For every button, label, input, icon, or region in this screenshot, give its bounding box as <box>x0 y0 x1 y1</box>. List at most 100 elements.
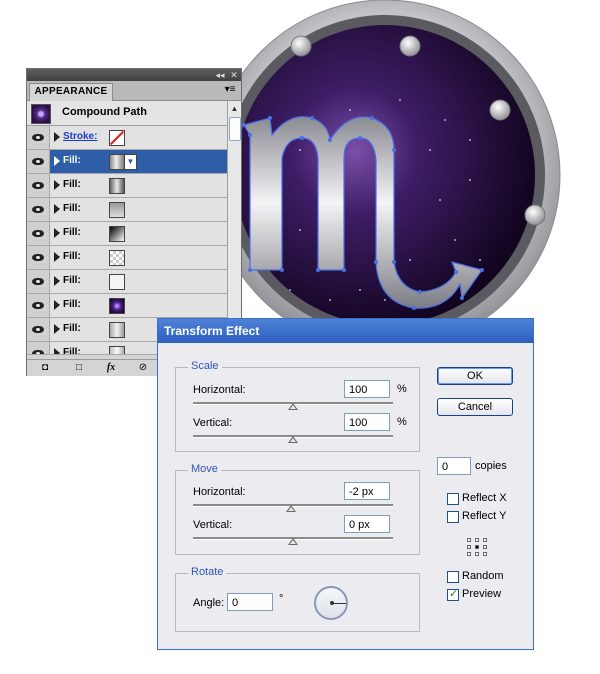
preview-checkbox[interactable] <box>447 587 459 601</box>
reflect-y-checkbox[interactable] <box>447 511 459 523</box>
copies-input[interactable]: 0 <box>437 457 471 475</box>
appearance-target-header: Compound Path <box>27 101 227 126</box>
expand-triangle-icon[interactable] <box>54 228 60 238</box>
eye-icon <box>32 158 44 165</box>
expand-triangle-icon[interactable] <box>54 252 60 262</box>
bolt-icon <box>489 99 511 121</box>
row-label: Fill: <box>63 203 81 214</box>
stroke-none-swatch[interactable] <box>109 130 125 146</box>
row-label: Fill: <box>63 323 81 334</box>
collapse-icon[interactable]: ◂◂ <box>213 69 227 81</box>
appearance-row-fill[interactable]: Fill: <box>27 174 227 198</box>
scale-horizontal-slider-thumb[interactable] <box>288 403 298 410</box>
reference-point-locator[interactable] <box>467 538 487 556</box>
eye-icon <box>32 326 44 333</box>
visibility-toggle[interactable] <box>27 342 50 354</box>
row-label: Fill: <box>63 179 81 190</box>
scale-vertical-slider-thumb[interactable] <box>288 436 298 443</box>
reflect-y-label[interactable]: Reflect Y <box>462 510 506 522</box>
panel-titlebar[interactable]: ◂◂ ✕ <box>27 69 241 81</box>
random-label[interactable]: Random <box>462 570 504 582</box>
angle-label: Angle: <box>193 597 225 609</box>
move-vertical-label: Vertical: <box>193 519 233 531</box>
visibility-toggle[interactable] <box>27 174 50 197</box>
scale-horizontal-unit: % <box>397 383 407 395</box>
preview-label[interactable]: Preview <box>462 588 501 600</box>
reflect-x-label[interactable]: Reflect X <box>462 492 507 504</box>
appearance-row-fill[interactable]: Fill: <box>27 222 227 246</box>
visibility-toggle[interactable] <box>27 318 50 341</box>
expand-triangle-icon[interactable] <box>54 348 60 354</box>
fill-swatch[interactable] <box>109 250 125 266</box>
random-checkbox[interactable] <box>447 571 459 583</box>
delete-icon[interactable]: ⊘ <box>137 362 149 374</box>
bolt-icon <box>399 35 421 57</box>
appearance-row-fill[interactable]: Fill: <box>27 294 227 318</box>
row-label: Fill: <box>63 155 81 166</box>
appearance-row-fill[interactable]: Fill: <box>27 246 227 270</box>
angle-dial-indicator <box>332 603 346 604</box>
copies-label: copies <box>475 460 507 472</box>
chevron-down-icon[interactable]: ▼ <box>124 154 137 170</box>
tab-appearance[interactable]: APPEARANCE <box>29 83 113 101</box>
fill-swatch[interactable] <box>109 346 125 354</box>
expand-triangle-icon[interactable] <box>54 132 60 142</box>
expand-triangle-icon[interactable] <box>54 276 60 286</box>
row-label[interactable]: Stroke: <box>63 131 97 142</box>
reflect-x-checkbox[interactable] <box>447 493 459 505</box>
scroll-up-icon[interactable]: ▲ <box>229 103 240 114</box>
move-horizontal-slider-thumb[interactable] <box>286 505 296 512</box>
scroll-thumb[interactable] <box>229 117 241 141</box>
eye-icon <box>32 182 44 189</box>
visibility-toggle[interactable] <box>27 126 50 149</box>
move-vertical-slider-thumb[interactable] <box>288 538 298 545</box>
cancel-button[interactable]: Cancel <box>437 398 513 416</box>
visibility-toggle[interactable] <box>27 198 50 221</box>
scale-vertical-input[interactable]: 100 <box>344 413 390 431</box>
move-group-label: Move <box>188 463 221 475</box>
visibility-toggle[interactable] <box>27 246 50 269</box>
ok-button[interactable]: OK <box>437 367 513 385</box>
fill-swatch[interactable] <box>109 274 125 290</box>
expand-triangle-icon[interactable] <box>54 180 60 190</box>
scale-group: Scale Horizontal: 100 % Vertical: 100 % <box>175 360 420 452</box>
angle-dial[interactable] <box>314 586 348 620</box>
panel-tab-row: APPEARANCE ▾≡ <box>27 81 241 101</box>
appearance-row-fill[interactable]: Fill: <box>27 270 227 294</box>
expand-triangle-icon[interactable] <box>54 324 60 334</box>
visibility-toggle[interactable] <box>27 222 50 245</box>
fill-swatch[interactable] <box>109 298 125 314</box>
compound-path-thumbnail <box>31 104 51 124</box>
fill-swatch[interactable] <box>109 322 125 338</box>
move-vertical-input[interactable]: 0 px <box>344 515 390 533</box>
transform-effect-dialog: Transform Effect Scale Horizontal: 100 %… <box>157 318 534 650</box>
fill-swatch[interactable] <box>109 178 125 194</box>
new-art-icon[interactable]: ◘ <box>39 362 51 374</box>
scale-horizontal-input[interactable]: 100 <box>344 380 390 398</box>
move-horizontal-input[interactable]: -2 px <box>344 482 390 500</box>
expand-triangle-icon[interactable] <box>54 156 60 166</box>
fill-swatch[interactable] <box>109 202 125 218</box>
appearance-row-fill-selected[interactable]: Fill: ▼ <box>27 150 227 174</box>
fill-swatch[interactable] <box>109 154 125 170</box>
fill-swatch[interactable] <box>109 226 125 242</box>
expand-triangle-icon[interactable] <box>54 300 60 310</box>
visibility-toggle[interactable] <box>27 270 50 293</box>
appearance-row-stroke[interactable]: Stroke: <box>27 126 227 150</box>
scale-group-label: Scale <box>188 360 222 372</box>
dialog-title[interactable]: Transform Effect <box>158 319 533 343</box>
visibility-toggle[interactable] <box>27 150 50 173</box>
target-label: Compound Path <box>62 106 147 118</box>
scale-vertical-unit: % <box>397 416 407 428</box>
close-icon[interactable]: ✕ <box>227 69 241 81</box>
clear-icon[interactable]: □ <box>73 362 85 374</box>
angle-input[interactable]: 0 <box>227 593 273 611</box>
row-label: Fill: <box>63 251 81 262</box>
rotate-group-label: Rotate <box>188 566 227 578</box>
fx-icon[interactable]: fx <box>105 362 117 374</box>
appearance-row-fill[interactable]: Fill: <box>27 198 227 222</box>
panel-menu-icon[interactable]: ▾≡ <box>223 84 237 96</box>
expand-triangle-icon[interactable] <box>54 204 60 214</box>
eye-icon <box>32 278 44 285</box>
visibility-toggle[interactable] <box>27 294 50 317</box>
